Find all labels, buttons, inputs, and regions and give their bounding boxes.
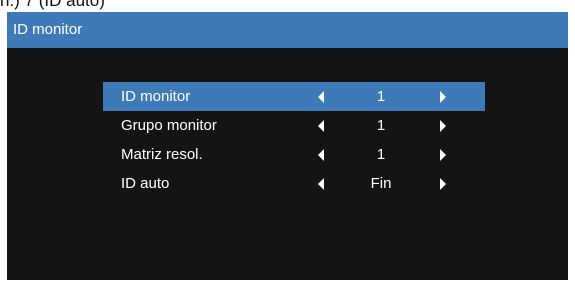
row-label: ID monitor	[121, 88, 191, 105]
row-value: Fin	[370, 175, 392, 192]
row-value: 1	[376, 117, 386, 134]
left-arrow-icon[interactable]	[318, 149, 324, 161]
right-arrow-icon[interactable]	[440, 149, 446, 161]
left-arrow-icon[interactable]	[318, 91, 324, 103]
menu-list: ID monitor 1 Grupo monitor 1 Matriz reso…	[103, 82, 485, 198]
row-label: Matriz resol.	[121, 146, 203, 163]
menu-row-matriz-resol[interactable]: Matriz resol. 1	[103, 140, 485, 169]
menu-row-grupo-monitor[interactable]: Grupo monitor 1	[103, 111, 485, 140]
row-value: 1	[376, 146, 386, 163]
partial-caption-text: n.) 7 (ID auto)	[0, 0, 105, 10]
osd-menu-panel: ID monitor ID monitor 1 Grupo monitor 1 …	[7, 12, 568, 280]
row-value: 1	[376, 88, 386, 105]
row-label: Grupo monitor	[121, 117, 217, 134]
right-arrow-icon[interactable]	[440, 120, 446, 132]
row-label: ID auto	[121, 175, 170, 192]
right-arrow-icon[interactable]	[440, 91, 446, 103]
osd-header-bar: ID monitor	[7, 12, 568, 48]
left-arrow-icon[interactable]	[318, 120, 324, 132]
menu-row-id-monitor[interactable]: ID monitor 1	[103, 82, 485, 111]
menu-row-id-auto[interactable]: ID auto Fin	[103, 169, 485, 198]
right-arrow-icon[interactable]	[440, 178, 446, 190]
left-arrow-icon[interactable]	[318, 178, 324, 190]
osd-title: ID monitor	[13, 21, 83, 38]
